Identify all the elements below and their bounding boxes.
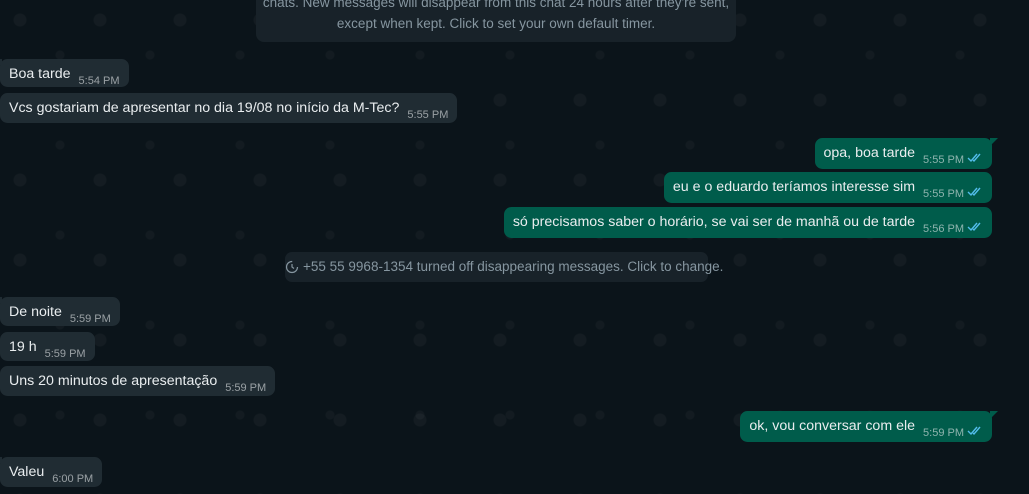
message-text: Uns 20 minutos de apresentação — [9, 373, 218, 389]
double-check-icon — [967, 153, 981, 163]
message-text: eu e o eduardo teríamos interesse sim — [672, 179, 916, 195]
message-time: 5:55 PM — [407, 109, 449, 121]
message-bubble-outgoing[interactable]: opa, boa tarde 5:55 PM — [814, 138, 999, 169]
double-check-icon — [967, 426, 981, 436]
message-text: Boa tarde — [9, 66, 71, 82]
message-bubble-incoming[interactable]: Vcs gostariam de apresentar no dia 19/08… — [0, 93, 458, 123]
message-bubble-outgoing[interactable]: ok, vou conversar com ele 5:59 PM — [740, 411, 998, 442]
message-bubble-incoming[interactable]: Boa tarde 5:54 PM — [0, 59, 129, 87]
message-time: 5:59 PM — [44, 348, 86, 360]
timer-off-icon — [285, 260, 299, 274]
message-time: 5:55 PM — [923, 188, 964, 200]
disappearing-off-notice[interactable]: +55 55 9968-1354 turned off disappearing… — [285, 252, 723, 282]
double-check-icon — [967, 187, 981, 197]
disappearing-messages-info[interactable]: chats. New messages will disappear from … — [256, 0, 736, 42]
message-text: Valeu — [9, 464, 45, 480]
message-time: 5:59 PM — [225, 382, 267, 394]
message-text: ok, vou conversar com ele — [749, 418, 916, 434]
message-time: 5:59 PM — [69, 313, 111, 325]
message-time: 5:54 PM — [78, 75, 120, 87]
message-text: só precisamos saber o horário, se vai se… — [512, 214, 916, 230]
info-line-1: chats. New messages will disappear from … — [262, 0, 730, 10]
message-text: 19 h — [9, 339, 37, 355]
message-bubble-outgoing[interactable]: eu e o eduardo teríamos interesse sim 5:5… — [663, 172, 992, 203]
message-bubble-incoming[interactable]: De noite 5:59 PM — [0, 297, 120, 326]
message-time: 5:59 PM — [923, 427, 964, 439]
message-text: opa, boa tarde — [823, 145, 916, 161]
message-time: 5:56 PM — [923, 223, 964, 235]
message-time: 6:00 PM — [52, 473, 94, 485]
message-bubble-incoming[interactable]: Uns 20 minutos de apresentação 5:59 PM — [0, 366, 276, 396]
message-text: De noite — [9, 304, 62, 320]
message-time: 5:55 PM — [923, 154, 964, 166]
info-line-2: except when kept. Click to set your own … — [336, 16, 656, 31]
double-check-icon — [967, 222, 981, 232]
message-bubble-incoming[interactable]: Valeu 6:00 PM — [0, 457, 103, 487]
message-bubble-outgoing[interactable]: só precisamos saber o horário, se vai se… — [503, 207, 992, 238]
message-bubble-incoming[interactable]: 19 h 5:59 PM — [0, 332, 95, 361]
message-text: Vcs gostariam de apresentar no dia 19/08… — [9, 100, 400, 116]
notice-text: +55 55 9968-1354 turned off disappearing… — [303, 259, 724, 274]
